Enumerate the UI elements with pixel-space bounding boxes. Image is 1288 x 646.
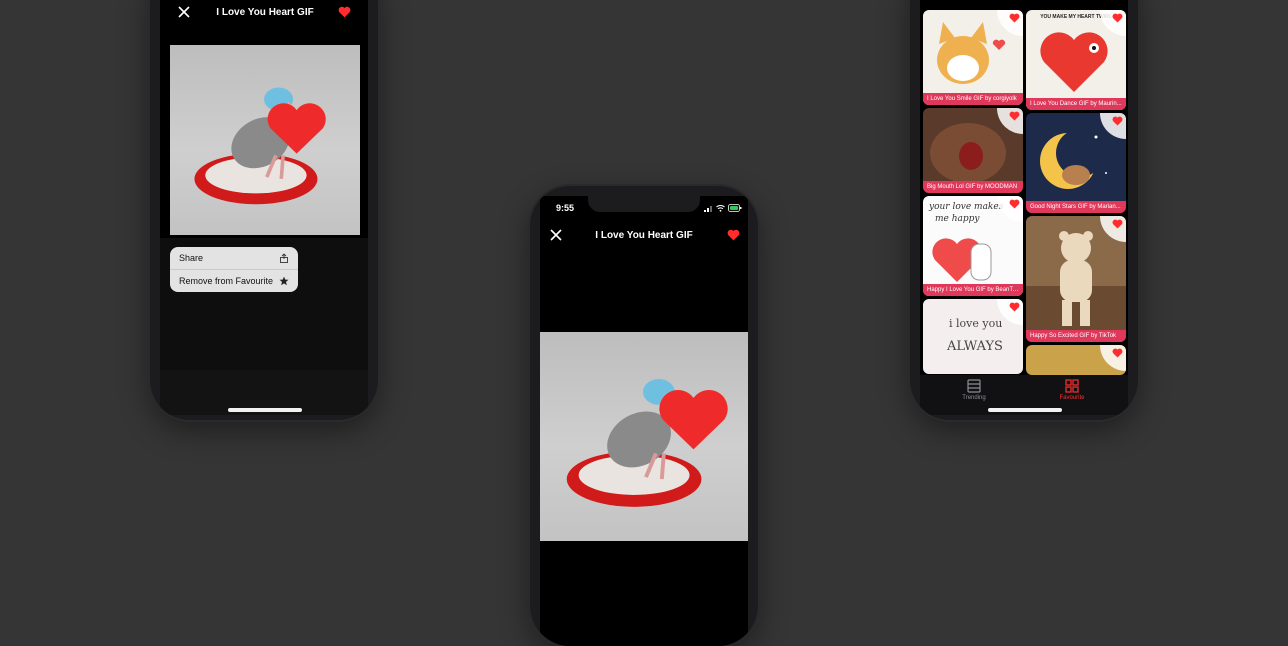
status-bar: 9:55 (540, 196, 748, 220)
gif-preview (540, 332, 748, 541)
card-text: ALWAYS (947, 339, 1003, 354)
favourite-button[interactable] (336, 4, 352, 20)
close-icon (178, 6, 190, 18)
gif-caption: Happy I Love You GIF by BeanTo... (923, 284, 1023, 296)
battery-icon (728, 204, 742, 212)
center-phone: 9:55 I Love You Heart GIF (530, 186, 758, 646)
close-icon (550, 229, 562, 241)
close-button[interactable] (176, 4, 192, 20)
dancing-heart-image (1040, 32, 1108, 92)
home-indicator (228, 408, 302, 412)
favourite-badge[interactable] (1100, 345, 1126, 371)
gif-preview (170, 45, 360, 235)
gif-card[interactable]: i love you ALWAYS (923, 299, 1023, 374)
heart-icon (727, 229, 739, 241)
center-phone-screen: 9:55 I Love You Heart GIF (540, 196, 748, 646)
card-text: your love makes (929, 202, 1004, 212)
signal-icon (704, 206, 712, 212)
gif-card[interactable]: Happy So Excited GIF by TikTok (1026, 216, 1126, 342)
card-text: me happy (935, 214, 980, 224)
notch (588, 196, 700, 212)
menu-item-label: Share (179, 253, 204, 263)
gif-card[interactable] (1026, 345, 1126, 375)
share-icon (280, 253, 288, 263)
heart-icon (1009, 199, 1020, 209)
heart-icon (1112, 116, 1123, 126)
star-icon (279, 276, 289, 286)
gif-caption: Happy So Excited GIF by TikTok (1026, 330, 1126, 342)
heart-icon (1009, 302, 1020, 312)
heart-icon (1009, 13, 1020, 23)
tab-label: Favourite (1059, 395, 1085, 401)
parrot-heart-image (566, 379, 728, 507)
right-phone: I Love You Smile GIF by corgiyolk Big Mo… (910, 0, 1138, 420)
heart-icon (338, 6, 350, 18)
home-indicator (988, 408, 1062, 412)
heart-icon (1112, 219, 1123, 229)
heart-icon (1112, 13, 1123, 23)
page-title: I Love You Heart GIF (216, 7, 314, 18)
gif-card[interactable]: YOU MAKE MY HEART TWIRL I Love You Dance… (1026, 10, 1126, 110)
right-phone-screen: I Love You Smile GIF by corgiyolk Big Mo… (920, 0, 1128, 415)
gif-caption: I Love You Smile GIF by corgiyolk (923, 93, 1023, 105)
page-title: I Love You Heart GIF (595, 230, 693, 241)
grid-icon (1065, 379, 1079, 393)
wifi-icon (716, 205, 725, 212)
gif-caption: Good Night Stars GIF by Marian... (1026, 201, 1126, 213)
menu-item-remove-favourite[interactable]: Remove from Favourite (170, 269, 298, 292)
heart-icon (1112, 348, 1123, 358)
left-phone-screen: I Love You Heart GIF Share Remove from F… (160, 0, 368, 415)
close-button[interactable] (547, 226, 565, 244)
tab-trending[interactable]: Trending (944, 379, 1004, 401)
gif-card[interactable]: your love makes me happy Happy I Love Yo… (923, 196, 1023, 296)
gif-card[interactable]: Big Mouth Lol GIF by MOODMAN (923, 108, 1023, 193)
favourite-badge[interactable] (997, 196, 1023, 222)
status-time: 9:55 (556, 203, 575, 213)
gif-caption: I Love You Dance GIF by Maurin... (1026, 98, 1126, 110)
list-icon (967, 379, 981, 393)
card-text: i love you (949, 317, 1003, 330)
gif-caption: Big Mouth Lol GIF by MOODMAN (923, 181, 1023, 193)
tab-favourite[interactable]: Favourite (1042, 379, 1102, 401)
left-phone: I Love You Heart GIF Share Remove from F… (150, 0, 378, 420)
context-menu: Share Remove from Favourite (170, 247, 298, 292)
menu-item-label: Remove from Favourite (179, 276, 274, 286)
heart-icon (1009, 111, 1020, 121)
heart-hug-image (932, 238, 992, 282)
parrot-heart-image (194, 87, 326, 205)
tab-label: Trending (962, 395, 986, 401)
favourite-button[interactable] (724, 226, 742, 244)
gif-card[interactable]: Good Night Stars GIF by Marian... (1026, 113, 1126, 213)
gif-card[interactable]: I Love You Smile GIF by corgiyolk (923, 10, 1023, 105)
menu-item-share[interactable]: Share (170, 247, 298, 269)
